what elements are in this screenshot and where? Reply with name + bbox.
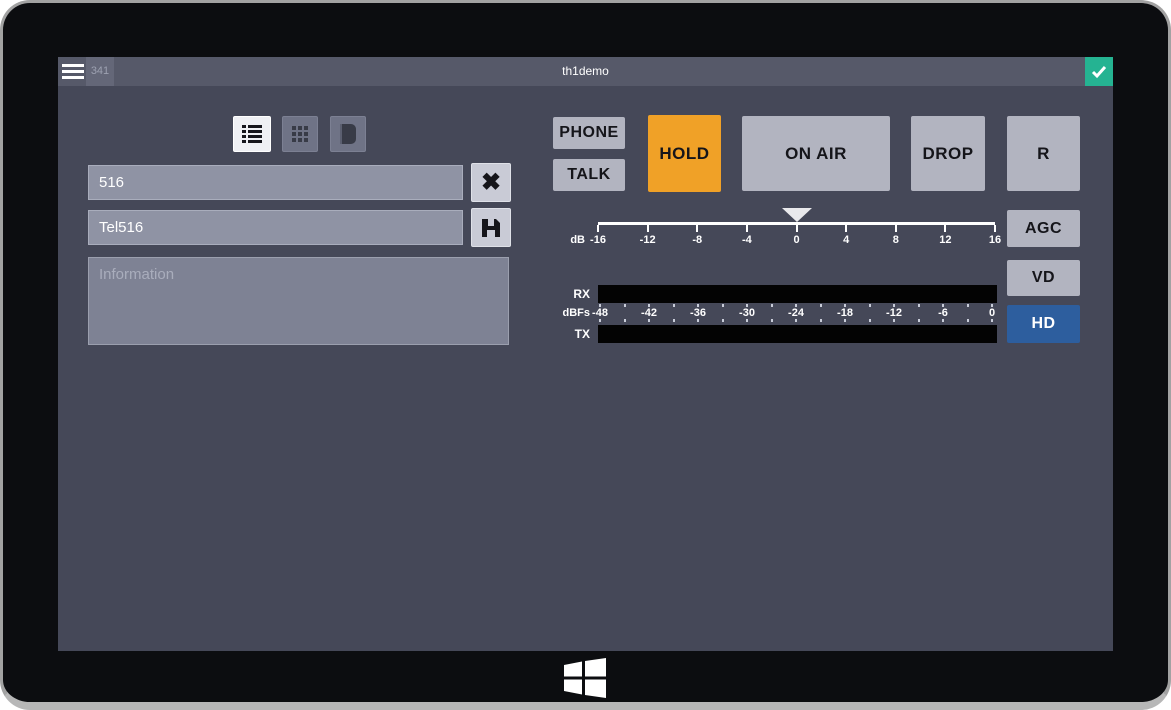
grid-view-icon <box>292 126 309 143</box>
db-tick-label: 8 <box>893 234 899 246</box>
on-air-button[interactable]: ON AIR <box>742 116 890 191</box>
meter-tick <box>746 319 748 322</box>
meter-tick <box>869 304 871 307</box>
vd-button[interactable]: VD <box>1007 260 1080 296</box>
meter-tick <box>820 319 822 322</box>
meter-scale-label: 0 <box>989 307 995 319</box>
meter-tick <box>722 304 724 307</box>
db-tick <box>597 225 599 232</box>
db-tick <box>895 225 897 232</box>
list-view-icon <box>241 125 263 143</box>
meter-tick <box>624 304 626 307</box>
meter-unit-label: dBFs <box>544 307 590 319</box>
meter-tick <box>918 319 920 322</box>
meter-tick <box>795 319 797 322</box>
db-tick <box>796 225 798 232</box>
meter-tick <box>599 319 601 322</box>
meter-scale-label: -36 <box>690 307 706 319</box>
tx-meter-label: TX <box>553 327 590 341</box>
meter-scale-label: -6 <box>938 307 948 319</box>
hd-button[interactable]: HD <box>1007 305 1080 343</box>
save-button[interactable] <box>471 208 511 247</box>
meter-tick <box>844 319 846 322</box>
meter-tick <box>967 304 969 307</box>
db-tick <box>845 225 847 232</box>
gain-slider-thumb[interactable] <box>782 208 812 222</box>
meter-scale-label: -24 <box>788 307 804 319</box>
rx-meter-label: RX <box>553 287 590 301</box>
information-textarea[interactable] <box>88 257 509 345</box>
meter-scale: -48-42-36-30-24-18-12-60 <box>600 304 992 322</box>
confirm-button[interactable] <box>1085 57 1113 86</box>
meter-scale-label: -12 <box>886 307 902 319</box>
clear-x-icon: ✖ <box>481 171 501 195</box>
db-tick <box>944 225 946 232</box>
talk-button[interactable]: TALK <box>553 159 625 191</box>
clear-button[interactable]: ✖ <box>471 163 511 202</box>
db-tick-label: -8 <box>692 234 702 246</box>
drop-button[interactable]: DROP <box>911 116 985 191</box>
list-view-button[interactable] <box>233 116 271 152</box>
meter-tick <box>771 304 773 307</box>
agc-button[interactable]: AGC <box>1007 210 1080 247</box>
db-tick-label: 0 <box>793 234 799 246</box>
meter-tick <box>991 319 993 322</box>
app-screen: 341 th1demo <box>58 57 1113 651</box>
check-icon <box>1091 65 1107 79</box>
meter-scale-label: -30 <box>739 307 755 319</box>
db-tick <box>994 225 996 232</box>
meter-scale-label: -48 <box>592 307 608 319</box>
meter-tick <box>722 319 724 322</box>
windows-logo-icon <box>563 657 607 699</box>
db-tick-label: 4 <box>843 234 849 246</box>
db-tick-label: -4 <box>742 234 752 246</box>
phonebook-view-button[interactable] <box>330 116 366 152</box>
meter-tick <box>771 319 773 322</box>
meter-tick <box>624 319 626 322</box>
phonebook-icon <box>339 124 357 144</box>
save-floppy-icon <box>481 218 501 238</box>
db-tick <box>647 225 649 232</box>
meter-tick <box>648 319 650 322</box>
meter-tick <box>673 304 675 307</box>
meter-tick <box>893 319 895 322</box>
tx-meter <box>598 325 997 343</box>
windows-home-button[interactable] <box>563 656 607 700</box>
name-input[interactable] <box>88 210 463 245</box>
rx-meter <box>598 285 997 303</box>
db-tick-label: 16 <box>989 234 1001 246</box>
db-tick <box>746 225 748 232</box>
meter-tick <box>967 319 969 322</box>
app-title: th1demo <box>58 57 1113 86</box>
db-tick-label: -16 <box>590 234 606 246</box>
db-tick-label: 12 <box>939 234 951 246</box>
meter-scale-label: -42 <box>641 307 657 319</box>
db-tick <box>696 225 698 232</box>
meter-tick <box>673 319 675 322</box>
number-input[interactable] <box>88 165 463 200</box>
meter-scale-label: -18 <box>837 307 853 319</box>
gain-slider: -16-12-8-40481216 <box>598 208 995 252</box>
gain-unit-label: dB <box>547 234 585 246</box>
meter-tick <box>869 319 871 322</box>
db-tick-label: -12 <box>640 234 656 246</box>
titlebar: 341 th1demo <box>58 57 1113 86</box>
phone-button[interactable]: PHONE <box>553 117 625 149</box>
grid-view-button[interactable] <box>282 116 318 152</box>
hold-button[interactable]: HOLD <box>648 115 721 192</box>
meter-tick <box>942 319 944 322</box>
r-button[interactable]: R <box>1007 116 1080 191</box>
meter-tick <box>697 319 699 322</box>
meter-tick <box>820 304 822 307</box>
meter-tick <box>918 304 920 307</box>
page: 341 th1demo <box>0 0 1171 710</box>
